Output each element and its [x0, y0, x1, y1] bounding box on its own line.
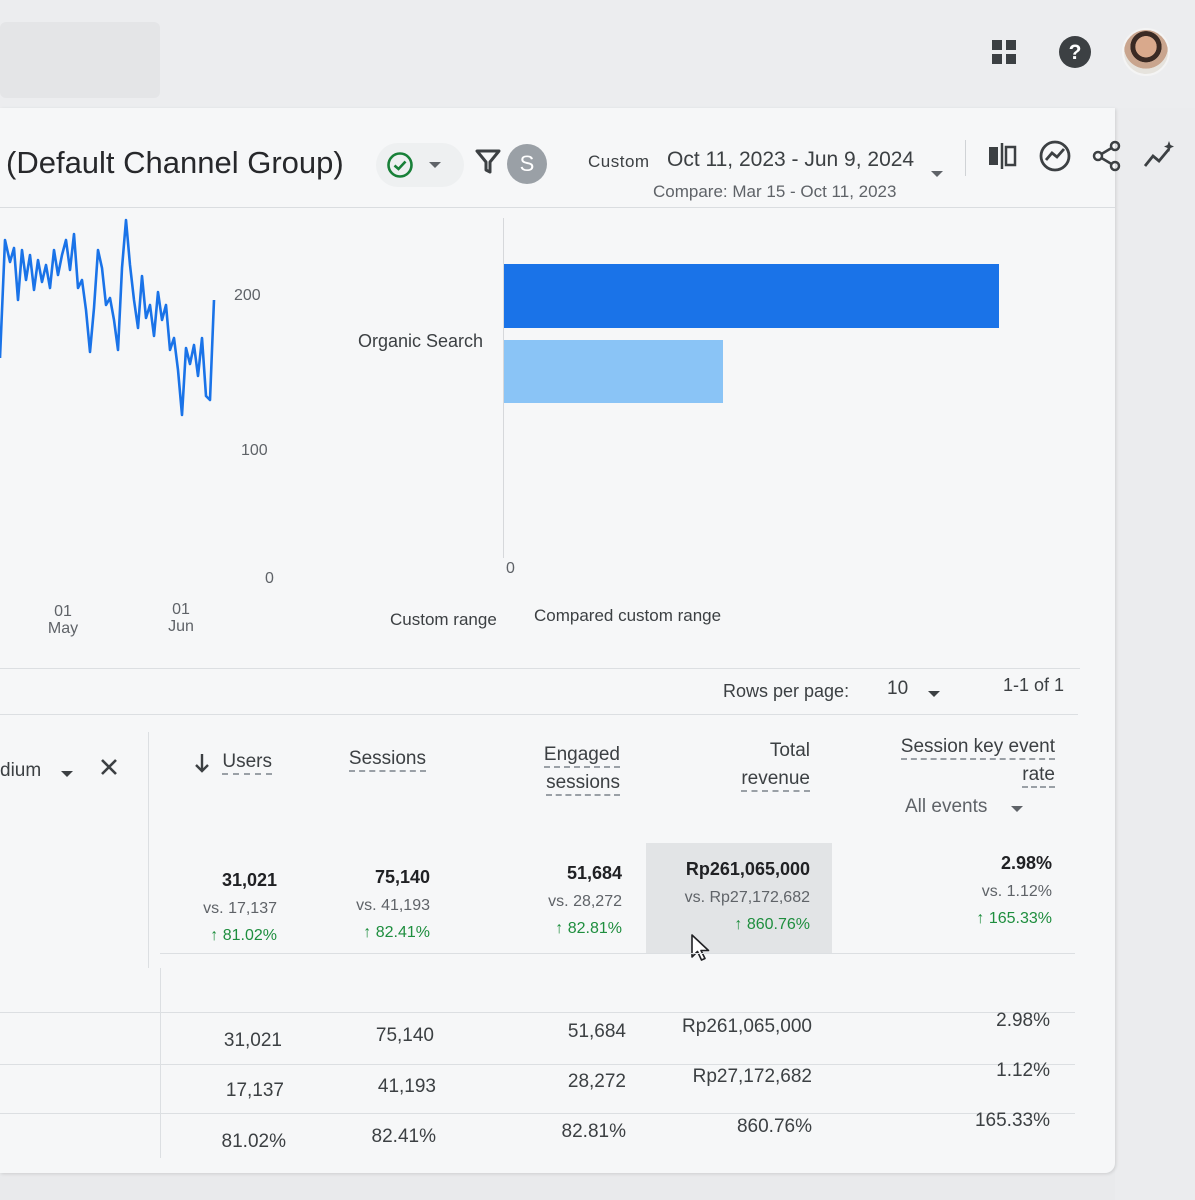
compare-icon[interactable] — [984, 138, 1020, 174]
bar-compared-custom-range[interactable] — [504, 340, 723, 403]
divider — [0, 1064, 1075, 1065]
column-divider — [148, 732, 149, 968]
total-sessions: 75,140 vs. 41,193 ↑ 82.41% — [356, 867, 430, 941]
total-engaged-sessions: 51,684 vs. 28,272 ↑ 82.81% — [548, 863, 622, 937]
table-cell: 1.12% — [996, 1060, 1050, 1081]
table-cell: 165.33% — [974, 1110, 1050, 1131]
sort-descending-icon[interactable] — [193, 752, 211, 779]
column-header-total-revenue[interactable]: Total revenue — [720, 737, 810, 793]
y-tick-0: 0 — [265, 570, 274, 587]
rows-per-page-select[interactable]: 10 — [887, 678, 908, 700]
x-tick-month: Jun — [168, 618, 194, 635]
report-status-pill[interactable] — [376, 143, 464, 187]
top-app-bar: ? — [0, 0, 1195, 108]
table-cell: 82.81% — [561, 1121, 626, 1142]
table-cell: 75,140 — [375, 1025, 434, 1046]
chevron-down-icon[interactable] — [930, 166, 944, 184]
date-preset-label: Custom — [588, 152, 650, 171]
column-header-sessions[interactable]: Sessions — [326, 745, 426, 773]
header-separator — [0, 207, 1115, 208]
column-header-session-key-event-rate[interactable]: Session key event rate — [880, 733, 1055, 789]
report-title: (Default Channel Group) — [6, 145, 344, 180]
total-users: 31,021 vs. 17,137 ↑ 81.02% — [203, 870, 277, 944]
segment-chip[interactable]: S — [507, 144, 547, 184]
x-tick-jun: 01 Jun — [156, 601, 206, 635]
chevron-down-icon[interactable] — [1010, 801, 1024, 819]
table-cell: 82.41% — [371, 1126, 436, 1147]
sparkle-trend-icon[interactable] — [1141, 138, 1177, 174]
bar-axis-zero: 0 — [506, 560, 515, 577]
legend-custom-range[interactable]: Custom range — [390, 610, 497, 630]
column-divider — [160, 968, 161, 1158]
table-cell: Rp261,065,000 — [682, 1016, 812, 1037]
table-cell: 2.98% — [996, 1010, 1050, 1031]
date-range[interactable]: Oct 11, 2023 - Jun 9, 2024 — [667, 148, 914, 172]
y-tick-200: 200 — [234, 287, 261, 304]
check-circle-icon — [386, 151, 414, 179]
chevron-down-icon[interactable] — [60, 766, 74, 784]
divider — [0, 1012, 1075, 1013]
avatar[interactable] — [1122, 28, 1170, 76]
svg-text:?: ? — [1069, 41, 1082, 64]
table-cell: 41,193 — [377, 1076, 436, 1097]
legend-compared-custom-range[interactable]: Compared custom range — [534, 606, 721, 626]
pagination-status: 1-1 of 1 — [1003, 675, 1065, 695]
table-cell: 860.76% — [736, 1116, 812, 1137]
bar-category-label: Organic Search — [358, 331, 484, 351]
y-tick-100: 100 — [241, 442, 268, 459]
table-cell: 31,021 — [223, 1030, 282, 1051]
divider — [0, 714, 1078, 715]
rows-per-page-label: Rows per page: — [723, 681, 850, 701]
chevron-down-icon[interactable] — [927, 686, 941, 704]
table-cell: Rp27,172,682 — [692, 1066, 812, 1087]
divider — [160, 953, 1075, 954]
total-session-key-event-rate: 2.98% vs. 1.12% ↑ 165.33% — [976, 853, 1052, 927]
filter-icon[interactable] — [475, 148, 501, 181]
column-header-users[interactable]: Users — [210, 748, 272, 776]
x-tick-may: 01 May — [38, 603, 88, 637]
line-chart: 200 100 0 01 May 01 Jun — [0, 210, 290, 650]
table-cell: 51,684 — [567, 1021, 626, 1042]
divider — [0, 1113, 1075, 1114]
dimension-selector[interactable]: dium — [0, 760, 41, 782]
bar-custom-range[interactable] — [504, 264, 999, 328]
header-divider — [965, 140, 966, 176]
table-cell: 81.02% — [221, 1131, 286, 1152]
divider — [0, 668, 1080, 669]
table-cell: 17,137 — [225, 1080, 284, 1101]
insights-icon[interactable] — [1037, 138, 1073, 174]
close-icon[interactable] — [98, 756, 120, 783]
event-filter-select[interactable]: All events — [905, 796, 987, 818]
search-area[interactable] — [0, 22, 160, 98]
table-cell: 28,272 — [567, 1071, 626, 1092]
mouse-pointer-icon — [690, 933, 712, 968]
users-trend-line — [0, 218, 216, 417]
x-tick-month: May — [47, 620, 79, 637]
x-tick-day: 01 — [172, 601, 190, 618]
share-icon[interactable] — [1089, 138, 1125, 174]
total-revenue: Rp261,065,000 vs. Rp27,172,682 ↑ 860.76% — [684, 859, 810, 933]
chevron-down-icon — [428, 160, 442, 170]
x-tick-day: 01 — [54, 603, 72, 620]
help-icon[interactable]: ? — [1055, 32, 1095, 72]
column-header-engaged-sessions[interactable]: Engaged sessions — [520, 741, 620, 797]
right-rail — [1115, 108, 1195, 1200]
compare-range[interactable]: Compare: Mar 15 - Oct 11, 2023 — [653, 182, 896, 202]
apps-grid-icon[interactable] — [984, 32, 1024, 72]
